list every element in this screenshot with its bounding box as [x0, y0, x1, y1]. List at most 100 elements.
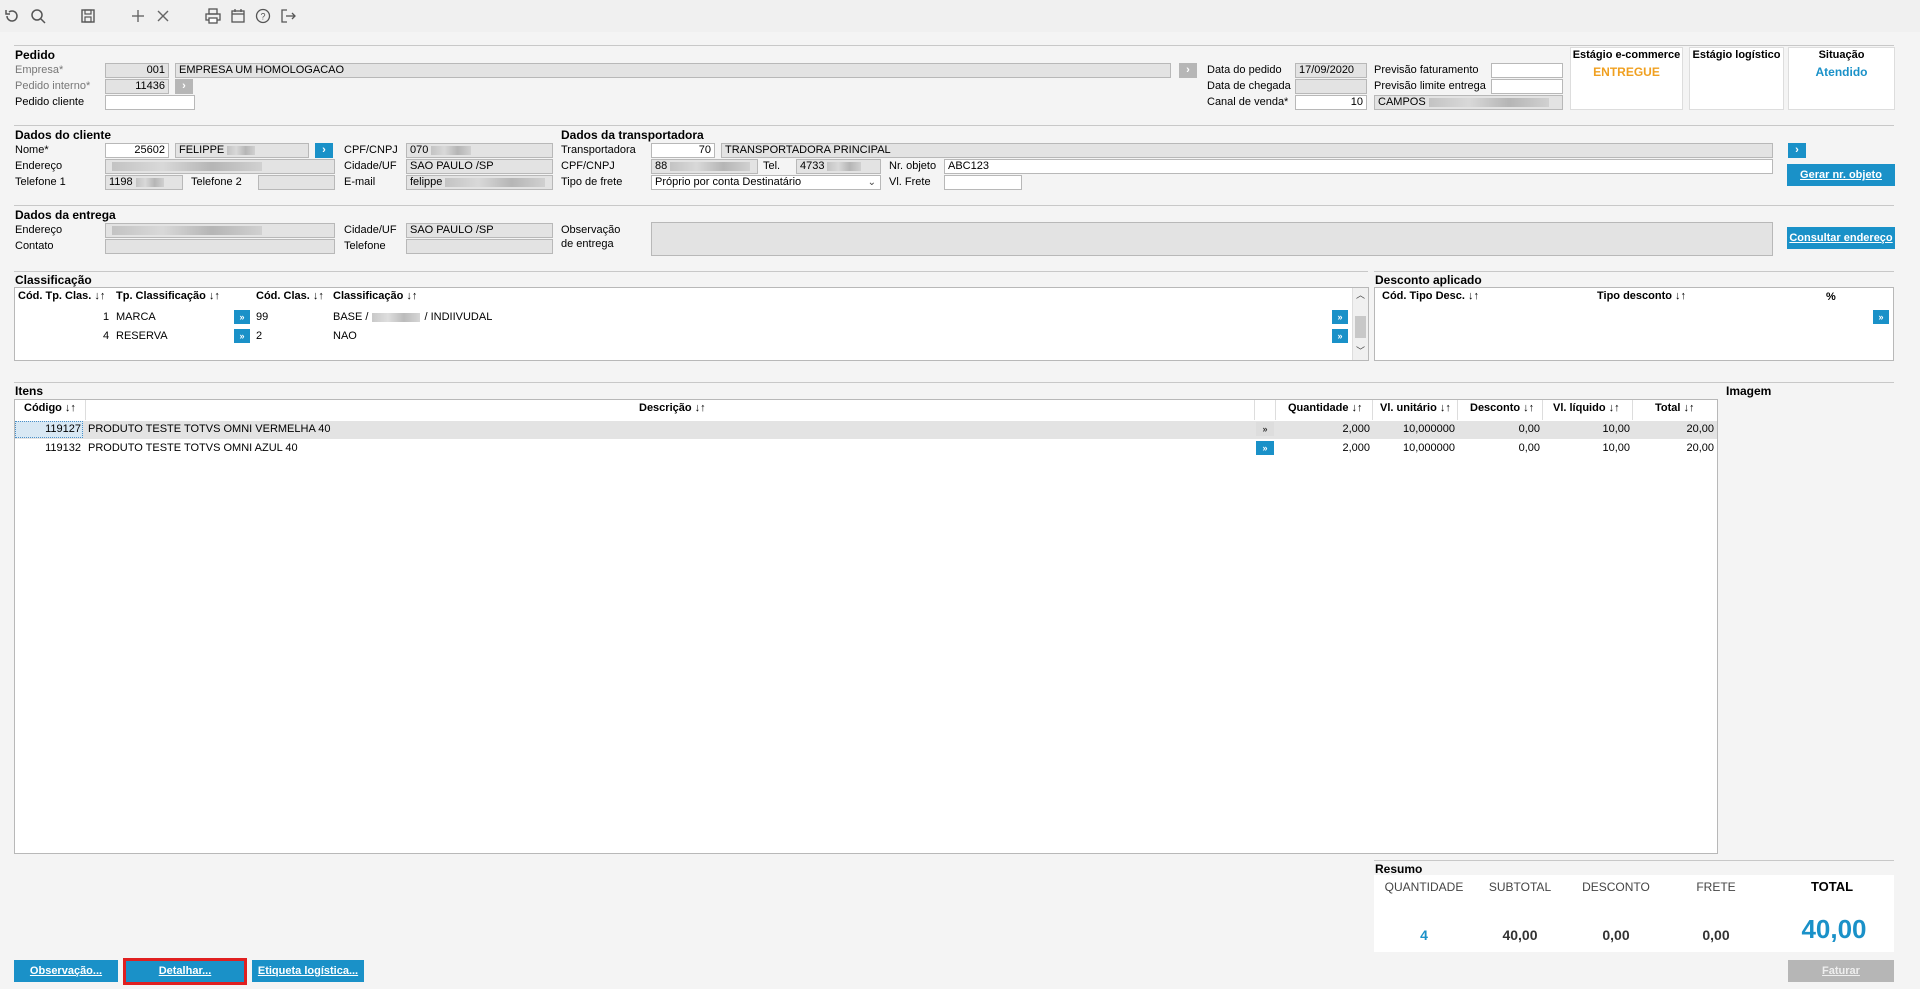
- desconto-lookup-button[interactable]: »: [1873, 310, 1889, 324]
- logistico-stage-title: Estágio logístico: [1692, 49, 1781, 61]
- data-pedido-label: Data do pedido: [1207, 64, 1282, 76]
- detalhar-button[interactable]: Detalhar...: [123, 958, 247, 985]
- canal-venda-label: Canal de venda*: [1207, 96, 1289, 108]
- campos-field: CAMPOS: [1374, 95, 1563, 110]
- previsao-limite-label: Previsão limite entrega: [1374, 80, 1486, 92]
- desconto-header-tipo[interactable]: Tipo desconto ↓↑: [1597, 290, 1686, 302]
- empresa-label: Empresa*: [15, 64, 64, 76]
- desconto-title: Desconto aplicado: [1375, 273, 1482, 287]
- data-pedido-field[interactable]: 17/09/2020: [1295, 63, 1367, 78]
- nr-objeto-field[interactable]: ABC123: [944, 159, 1773, 174]
- classificacao-lookup-button[interactable]: »: [1332, 310, 1348, 324]
- classificacao-header-cod-tp[interactable]: Cód. Tp. Clas. ↓↑: [18, 290, 105, 302]
- cliente-telefone2-label: Telefone 2: [191, 176, 242, 188]
- scrollbar-thumb[interactable]: [1355, 316, 1366, 338]
- toolbar: ?: [0, 0, 1920, 32]
- cliente-code-field[interactable]: 25602: [105, 143, 169, 158]
- pedido-title: Pedido: [15, 48, 56, 62]
- classificacao-tp: MARCA: [116, 311, 156, 323]
- transportadora-name-field: TRANSPORTADORA PRINCIPAL: [721, 143, 1773, 158]
- transportadora-tel-field: 4733: [796, 159, 881, 174]
- empresa-code-field[interactable]: 001: [105, 63, 169, 78]
- vl-frete-field[interactable]: [944, 175, 1022, 190]
- entrega-title: Dados da entrega: [15, 208, 116, 222]
- observacao-entrega-label-2: de entrega: [561, 238, 614, 250]
- item-descricao: PRODUTO TESTE TOTVS OMNI AZUL 40: [88, 442, 298, 454]
- canal-venda-field[interactable]: 10: [1295, 95, 1367, 110]
- pedido-interno-label: Pedido interno*: [15, 80, 91, 92]
- resumo-subtotal-value: 40,00: [1502, 927, 1538, 943]
- data-chegada-field[interactable]: [1295, 79, 1367, 94]
- faturar-button[interactable]: Faturar: [1788, 960, 1894, 982]
- item-desconto: 0,00: [1518, 442, 1540, 454]
- refresh-icon[interactable]: [3, 7, 21, 25]
- classificacao-tp-lookup-button[interactable]: »: [234, 329, 250, 343]
- pedido-cliente-field[interactable]: [105, 95, 195, 110]
- print-icon[interactable]: [204, 7, 222, 25]
- tipo-frete-select[interactable]: Próprio por conta Destinatário ⌄: [651, 175, 881, 190]
- classificacao-header-clas[interactable]: Classificação ↓↑: [333, 290, 417, 302]
- cliente-nome-label: Nome*: [15, 144, 49, 156]
- close-icon[interactable]: [154, 7, 172, 25]
- scroll-down-icon[interactable]: ﹀: [1356, 344, 1365, 357]
- scroll-up-icon[interactable]: ︿: [1356, 288, 1365, 301]
- ecommerce-stage-value: ENTREGUE: [1593, 65, 1660, 79]
- situacao-title: Situação: [1818, 49, 1865, 61]
- classificacao-scrollbar[interactable]: ︿ ﹀: [1352, 288, 1368, 360]
- itens-header-vl-liquido[interactable]: Vl. líquido ↓↑: [1553, 402, 1620, 414]
- entrega-contato-field[interactable]: [105, 239, 335, 254]
- tipo-frete-label: Tipo de frete: [561, 176, 623, 188]
- entrega-telefone-field[interactable]: [406, 239, 553, 254]
- previsao-limite-field[interactable]: [1491, 79, 1563, 94]
- transportadora-tel-value: 4733: [800, 160, 825, 172]
- empresa-lookup-button[interactable]: ›: [1179, 63, 1197, 78]
- entrega-cidade-field: SAO PAULO /SP: [406, 223, 553, 238]
- classificacao-value-a: BASE /: [333, 311, 369, 323]
- transportadora-lookup-button[interactable]: ›: [1788, 143, 1806, 158]
- cliente-email-field: felippe: [406, 175, 553, 190]
- transportadora-code-field[interactable]: 70: [651, 143, 715, 158]
- pedido-interno-lookup-button[interactable]: ›: [175, 79, 193, 94]
- calendar-icon[interactable]: [229, 7, 247, 25]
- cliente-telefone2-field[interactable]: [258, 175, 335, 190]
- classificacao-cod: 99: [256, 311, 269, 323]
- itens-header-descricao[interactable]: Descrição ↓↑: [639, 402, 706, 414]
- itens-header-desconto[interactable]: Desconto ↓↑: [1470, 402, 1534, 414]
- observacao-entrega-field[interactable]: [651, 222, 1773, 256]
- itens-header-codigo[interactable]: Código ↓↑: [24, 402, 76, 414]
- itens-header-total[interactable]: Total ↓↑: [1655, 402, 1695, 414]
- item-detail-button[interactable]: »: [1256, 422, 1274, 436]
- cliente-lookup-button[interactable]: ›: [315, 143, 333, 158]
- itens-header-vl-unitario[interactable]: Vl. unitário ↓↑: [1380, 402, 1451, 414]
- classificacao-cod-tp: 4: [103, 330, 110, 342]
- item-vl-liquido: 10,00: [1602, 423, 1630, 435]
- transportadora-cpf-label: CPF/CNPJ: [561, 160, 615, 172]
- cliente-nome-value: FELIPPE: [179, 144, 225, 156]
- desconto-header-percent[interactable]: %: [1826, 291, 1836, 303]
- pedido-interno-field[interactable]: 11436: [105, 79, 169, 94]
- cliente-telefone1-label: Telefone 1: [15, 176, 66, 188]
- classificacao-tp-lookup-button[interactable]: »: [234, 310, 250, 324]
- classificacao-header-tp[interactable]: Tp. Classificação ↓↑: [116, 290, 220, 302]
- classificacao-value-b: / INDIIVUDAL: [424, 311, 493, 323]
- itens-header-quantidade[interactable]: Quantidade ↓↑: [1288, 402, 1363, 414]
- classificacao-lookup-button[interactable]: »: [1332, 329, 1348, 343]
- item-detail-button[interactable]: »: [1256, 441, 1274, 455]
- classificacao-header-cod[interactable]: Cód. Clas. ↓↑: [256, 290, 324, 302]
- previsao-faturamento-field[interactable]: [1491, 63, 1563, 78]
- transportadora-cpf-value: 88: [655, 160, 668, 172]
- save-icon[interactable]: [79, 7, 97, 25]
- previsao-faturamento-label: Previsão faturamento: [1374, 64, 1479, 76]
- gerar-nr-objeto-button[interactable]: Gerar nr. objeto: [1787, 164, 1895, 186]
- etiqueta-logistica-button[interactable]: Etiqueta logística...: [252, 960, 364, 982]
- classificacao-value: BASE / / INDIIVUDAL: [333, 311, 492, 323]
- cliente-cidade-label: Cidade/UF: [344, 160, 397, 172]
- observacao-button[interactable]: Observação...: [14, 960, 118, 982]
- nr-objeto-label: Nr. objeto: [889, 160, 937, 172]
- exit-icon[interactable]: [279, 7, 297, 25]
- help-icon[interactable]: ?: [254, 7, 272, 25]
- desconto-header-cod[interactable]: Cód. Tipo Desc. ↓↑: [1382, 290, 1479, 302]
- consultar-endereco-button[interactable]: Consultar endereço: [1787, 227, 1895, 249]
- add-icon[interactable]: [129, 7, 147, 25]
- search-icon[interactable]: [29, 7, 47, 25]
